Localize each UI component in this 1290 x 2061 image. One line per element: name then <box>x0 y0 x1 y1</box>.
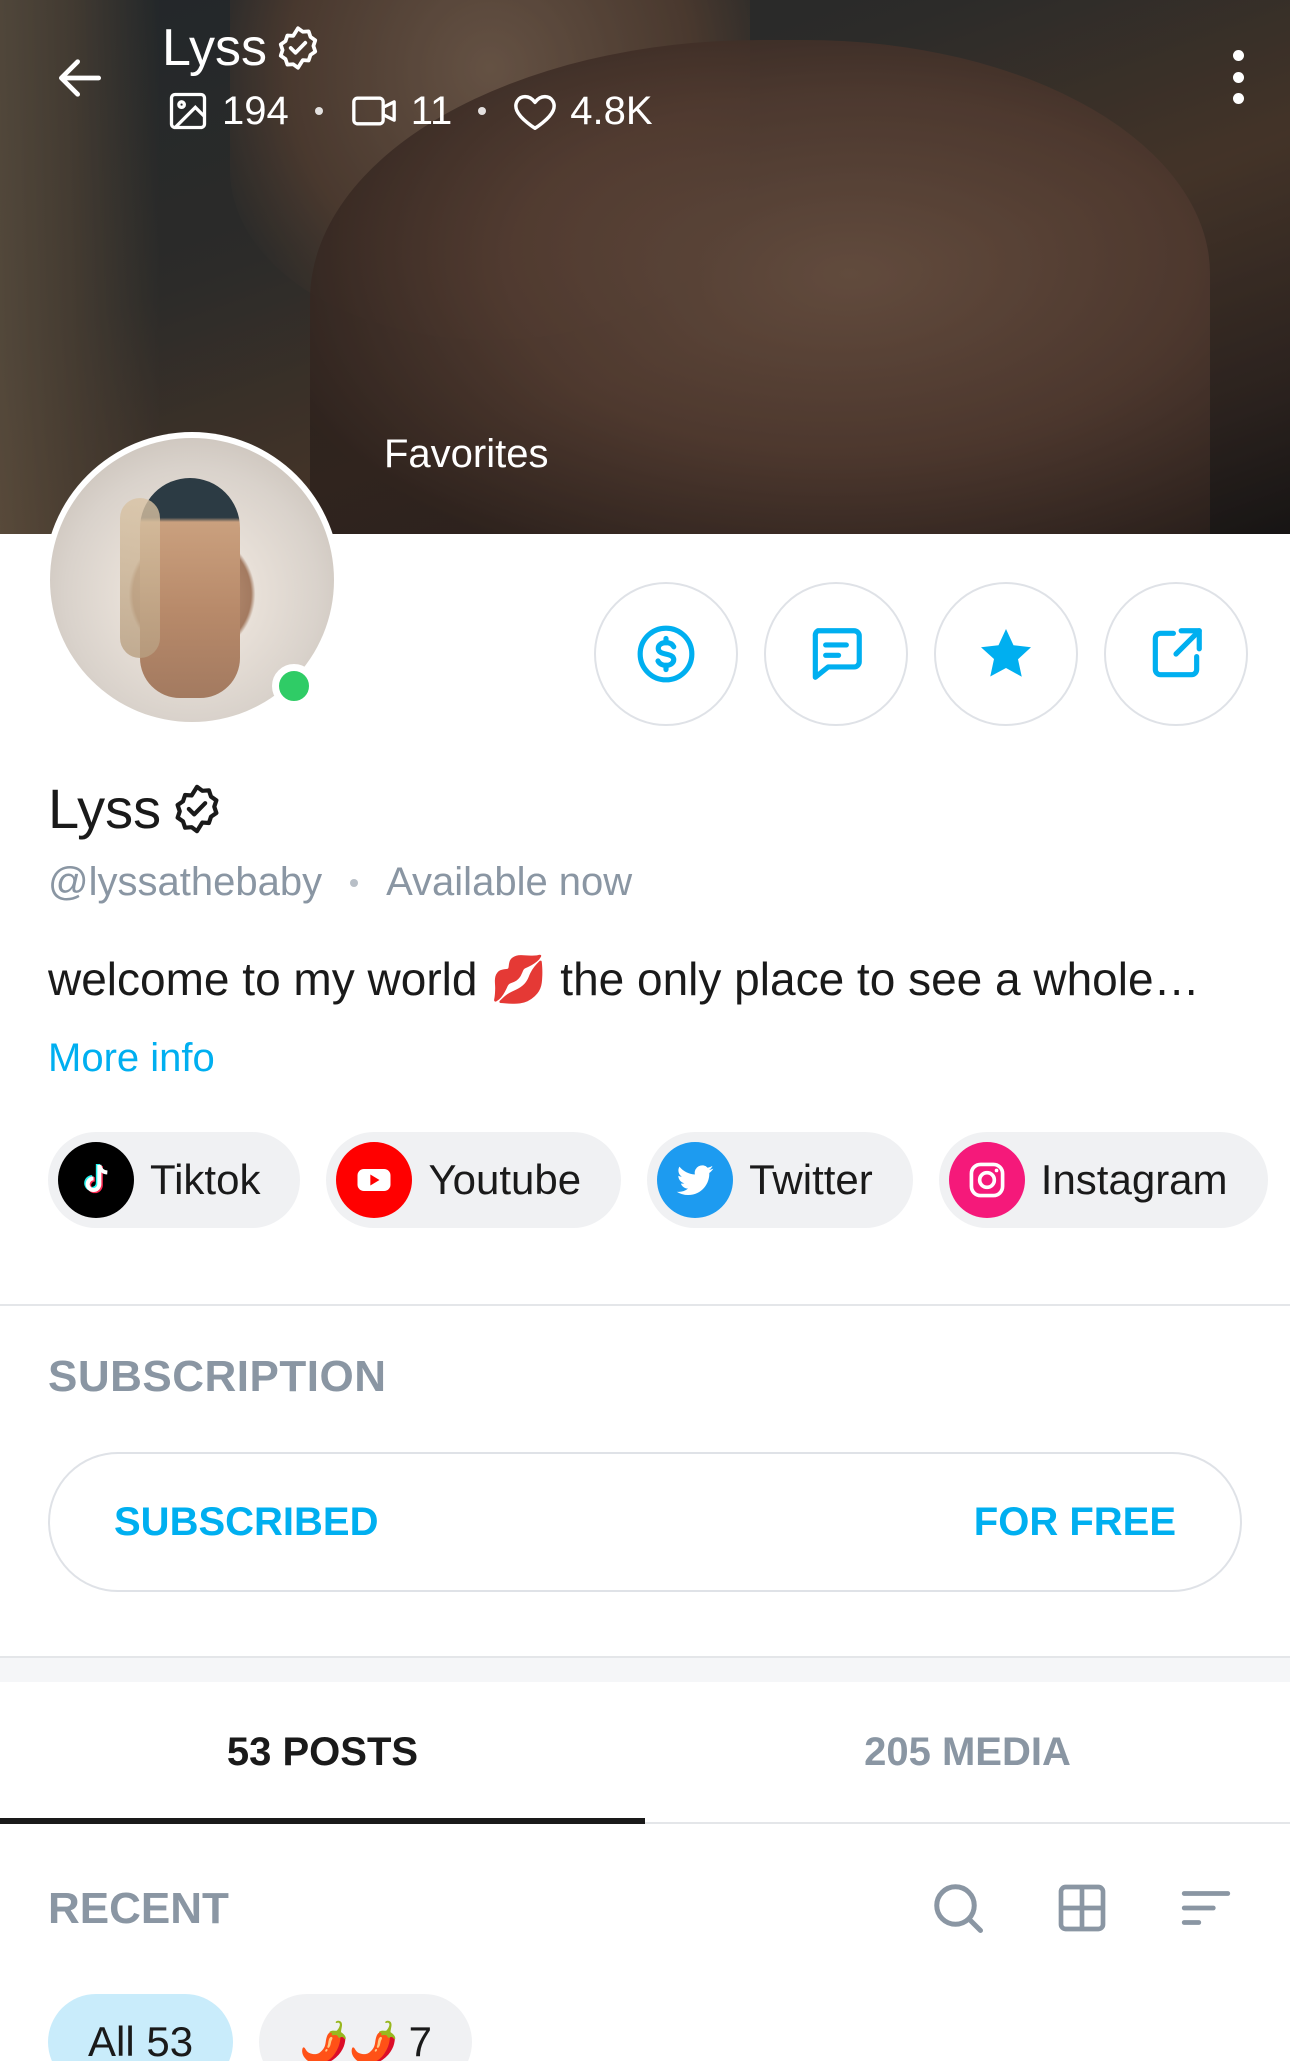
tiktok-icon <box>58 1142 134 1218</box>
profile-name-text: Lyss <box>48 777 162 840</box>
video-icon <box>351 96 396 126</box>
subscription-button[interactable]: SUBSCRIBED FOR FREE <box>48 1452 1242 1592</box>
social-label: Youtube <box>428 1156 582 1203</box>
search-icon <box>934 1884 983 1933</box>
favorite-button[interactable] <box>934 582 1078 726</box>
instagram-icon <box>948 1142 1025 1218</box>
sort-button[interactable] <box>1176 1878 1236 1938</box>
header-stats: 194 11 4.8K <box>166 88 653 134</box>
profile-actions <box>594 582 1248 726</box>
image-icon <box>169 92 207 130</box>
social-chip-instagram[interactable]: Instagram <box>938 1132 1268 1228</box>
subscription-status: SUBSCRIBED <box>114 1499 379 1544</box>
youtube-icon <box>336 1142 413 1218</box>
social-chip-youtube[interactable]: Youtube <box>326 1132 622 1228</box>
twitter-icon <box>657 1142 734 1218</box>
handle-row: @lyssathebaby Available now <box>48 860 632 905</box>
section-divider <box>0 1304 1290 1306</box>
filter-label: 🌶️🌶️ <box>299 2020 399 2061</box>
online-indicator <box>272 664 316 708</box>
heart-icon <box>514 94 557 130</box>
profile-name: Lyss <box>48 776 225 841</box>
subscription-price: FOR FREE <box>973 1499 1176 1544</box>
header-title: Lyss <box>162 18 323 78</box>
verified-badge-icon <box>278 26 318 70</box>
dollar-icon <box>637 625 695 683</box>
username-handle: @lyssathebaby <box>48 860 323 904</box>
message-icon <box>812 628 862 680</box>
social-links: Tiktok Youtube Twitter Instagram <box>48 1132 1268 1228</box>
subscription-title: SUBSCRIPTION <box>48 1352 387 1401</box>
photos-stat: 194 <box>166 89 289 134</box>
message-button[interactable] <box>764 582 908 726</box>
profile-bio: welcome to my world 💋 the only place to … <box>48 953 1200 1005</box>
likes-stat: 4.8K <box>512 88 653 134</box>
social-chip-twitter[interactable]: Twitter <box>647 1132 913 1228</box>
recent-label: RECENT <box>48 1884 229 1933</box>
header-title-text: Lyss <box>162 19 267 77</box>
grid-icon <box>1058 1884 1106 1932</box>
arrow-left-icon <box>59 59 101 97</box>
filter-pepper[interactable]: 🌶️🌶️ 7 <box>259 1994 473 2061</box>
tip-button[interactable] <box>594 582 738 726</box>
search-button[interactable] <box>928 1878 988 1938</box>
filter-count: 7 <box>408 2018 433 2061</box>
share-button[interactable] <box>1104 582 1248 726</box>
tab-media[interactable]: 205 MEDIA <box>645 1682 1290 1822</box>
star-icon <box>981 629 1031 677</box>
back-button[interactable] <box>48 46 112 110</box>
photos-count: 194 <box>222 88 289 133</box>
post-filters: All 53 🌶️🌶️ 7 <box>48 1994 473 2061</box>
grid-view-button[interactable] <box>1052 1878 1112 1938</box>
social-label: Twitter <box>749 1156 873 1203</box>
tab-posts[interactable]: 53 POSTS <box>0 1682 645 1824</box>
more-options-button[interactable] <box>1226 50 1250 104</box>
section-separator <box>0 1656 1290 1682</box>
verified-badge-icon <box>175 784 219 833</box>
videos-stat: 11 <box>349 88 453 134</box>
videos-count: 11 <box>410 88 453 133</box>
more-info-link[interactable]: More info <box>48 1036 215 1081</box>
sort-icon <box>1181 1891 1231 1925</box>
social-label: Instagram <box>1040 1156 1228 1203</box>
social-label: Tiktok <box>150 1156 261 1203</box>
social-chip-tiktok[interactable]: Tiktok <box>48 1132 301 1228</box>
content-tabs: 53 POSTS 205 MEDIA <box>0 1682 1290 1824</box>
feed-tools <box>928 1878 1236 1938</box>
filter-label: All 53 <box>88 2018 194 2061</box>
share-icon <box>1152 628 1202 678</box>
filter-all[interactable]: All 53 <box>48 1994 234 2061</box>
likes-count: 4.8K <box>570 88 653 133</box>
availability-status: Available now <box>386 860 633 904</box>
favorites-label: Favorites <box>384 432 549 476</box>
